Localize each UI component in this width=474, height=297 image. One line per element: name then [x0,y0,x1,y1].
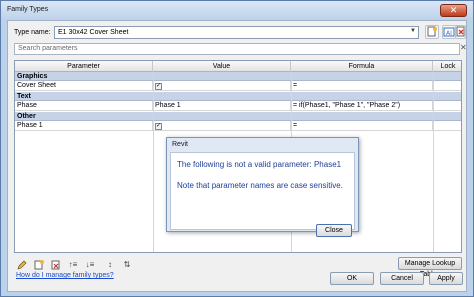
revit-error-dialog: Revit The following is not a valid param… [166,137,359,237]
lock-cell[interactable] [433,101,461,111]
type-name-value: E1 30x42 Cover Sheet [58,29,129,36]
window-title: Family Types [7,6,49,13]
pencil-icon[interactable] [16,259,28,271]
filter-clear-icon[interactable]: ✕ [460,43,471,54]
new-parameter-icon[interactable] [33,259,45,271]
lock-cell[interactable] [433,121,461,131]
ok-button[interactable]: OK [330,272,374,285]
value-cell[interactable]: ✓ [153,81,291,91]
formula-cell[interactable]: = [291,121,433,131]
help-link[interactable]: How do I manage family types? [16,272,114,279]
column-header-formula[interactable]: Formula [291,61,433,72]
column-header-value[interactable]: Value [153,61,291,72]
parameter-name-cell: Phase 1 [15,121,153,131]
sort-desc-icon[interactable]: ⇅ [121,259,133,271]
group-header-text[interactable]: Text [15,92,461,101]
column-header-parameter[interactable]: Parameter [15,61,153,72]
sort-asc-icon[interactable]: ↕ [104,259,116,271]
title-bar: Family Types ✕ [1,1,473,19]
search-placeholder: Search parameters [18,45,78,52]
column-divider [153,72,154,252]
value-cell[interactable]: Phase 1 [153,101,291,111]
value-cell[interactable]: ✓ [153,121,291,131]
search-input[interactable]: Search parameters ✕ [14,43,467,55]
checkbox-icon[interactable]: ✓ [155,83,162,90]
new-type-icon[interactable] [425,25,439,39]
move-down-icon[interactable]: ↓≡ [84,259,96,271]
parameter-name-cell: Cover Sheet [15,81,153,91]
formula-cell[interactable]: = if(Phase1, "Phase 1", "Phase 2") [291,101,433,111]
delete-type-icon[interactable] [455,25,466,39]
type-name-label: Type name: [14,29,51,36]
column-header-lock[interactable]: Lock [433,61,461,72]
note-message: Note that parameter names are case sensi… [177,181,343,190]
group-header-other[interactable]: Other [15,112,461,121]
svg-text:AI: AI [446,30,452,37]
move-up-icon[interactable]: ↑≡ [67,259,79,271]
rename-type-icon[interactable]: AI [442,25,456,39]
lock-cell[interactable] [433,81,461,91]
family-types-window: Family Types ✕ Type name: E1 30x42 Cover… [0,0,474,297]
error-message: The following is not a valid parameter: … [177,160,342,169]
dialog-body: The following is not a valid parameter: … [170,152,355,237]
table-row[interactable]: Phase Phase 1 = if(Phase1, "Phase 1", "P… [15,101,461,111]
dialog-close-button[interactable]: Close [316,224,352,237]
group-header-graphics[interactable]: Graphics [15,72,461,81]
table-row[interactable]: Phase 1 ✓ = [15,121,461,131]
delete-parameter-icon[interactable] [50,259,62,271]
checkbox-icon[interactable]: ✓ [155,123,162,130]
grid-header: Parameter Value Formula Lock [15,61,461,72]
table-row[interactable]: Cover Sheet ✓ = [15,81,461,91]
cancel-button[interactable]: Cancel [380,272,424,285]
chevron-down-icon: ▼ [410,28,416,34]
type-name-dropdown[interactable]: E1 30x42 Cover Sheet ▼ [54,26,419,39]
apply-button[interactable]: Apply [429,272,463,285]
dialog-title: Revit [172,141,188,148]
parameter-name-cell: Phase [15,101,153,111]
manage-lookup-tables-button[interactable]: Manage Lookup Tables [398,257,462,278]
window-close-button[interactable]: ✕ [440,4,467,17]
column-divider [433,72,434,252]
formula-cell[interactable]: = [291,81,433,91]
